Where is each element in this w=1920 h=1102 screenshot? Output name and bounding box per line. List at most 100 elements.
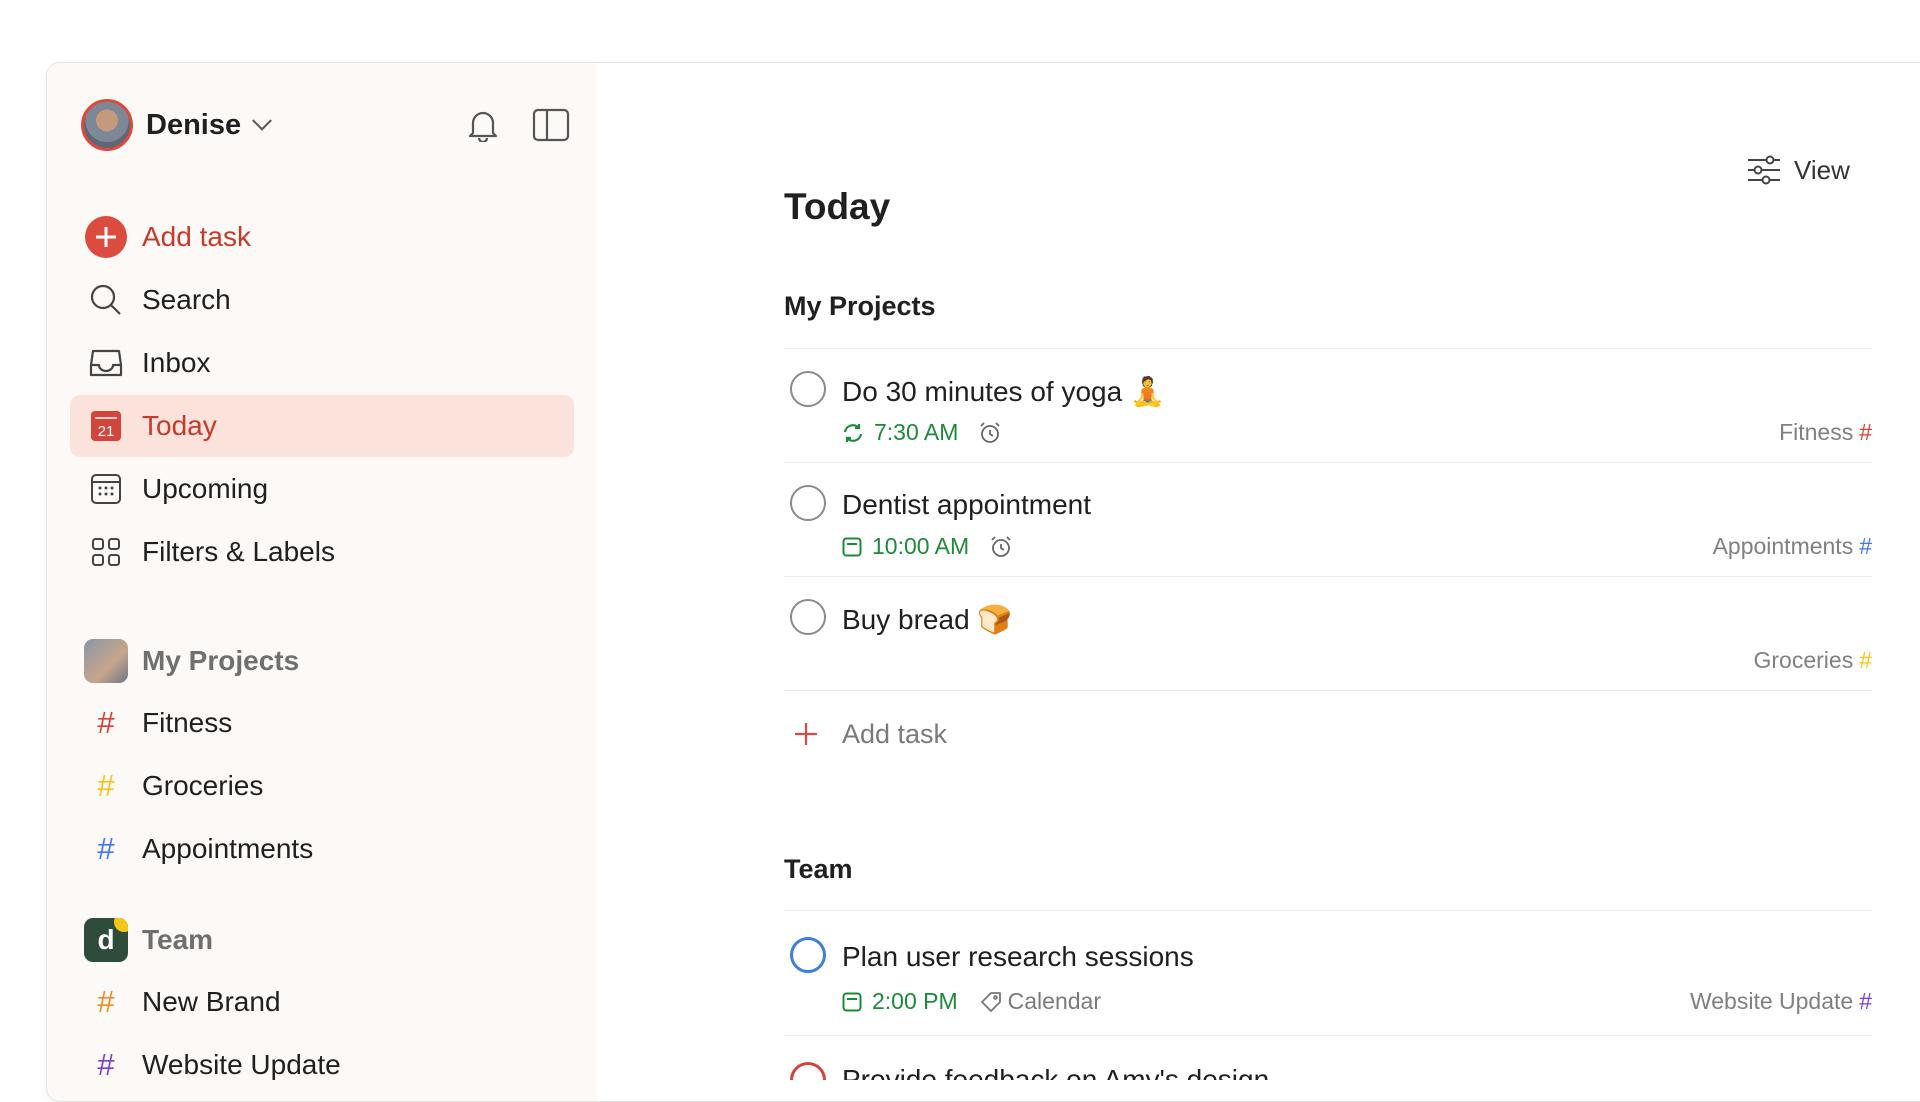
sidebar-nav: Add task Search Inbox 21 Today Upcoming …	[70, 206, 574, 1097]
label-name: Calendar	[1007, 988, 1101, 1014]
task-project-tag[interactable]: Groceries #	[1754, 647, 1873, 674]
sidebar-item-label: New Brand	[142, 986, 281, 1017]
team-avatar: d	[84, 918, 128, 962]
task-title: Plan user research sessions	[842, 941, 1194, 972]
inbox-icon	[89, 349, 123, 377]
view-label: View	[1794, 154, 1850, 185]
task-title: Provide feedback on Amy's design	[842, 1064, 1270, 1080]
task-project-tag[interactable]: Fitness #	[1779, 419, 1872, 446]
project-name: Fitness	[1779, 419, 1854, 445]
sidebar-toggle-icon	[532, 108, 570, 142]
task-title: Buy bread	[842, 604, 970, 635]
sidebar-item-label: Appointments	[142, 833, 314, 864]
sidebar-item-label: Groceries	[142, 770, 264, 801]
sidebar-item-new-brand[interactable]: # New Brand	[70, 971, 574, 1033]
sidebar-item-label: Fitness	[142, 707, 233, 738]
hash-icon: #	[1859, 988, 1872, 1014]
page-title: Today	[784, 186, 891, 227]
task-row[interactable]: Dentist appointment 10:00 AM Appointment…	[784, 463, 1872, 577]
user-name: Denise	[146, 108, 242, 141]
chevron-down-icon	[252, 110, 273, 131]
sidebar-section-my-projects[interactable]: My Projects	[70, 630, 574, 692]
search-icon	[90, 284, 121, 315]
group-title-team: Team	[784, 854, 853, 884]
task-due: 2:00 PM Calendar	[842, 988, 1101, 1015]
user-menu[interactable]: Denise	[81, 97, 273, 153]
tag-icon	[980, 991, 1001, 1012]
sidebar-item-fitness[interactable]: # Fitness	[70, 692, 574, 754]
sidebar-item-label: Search	[142, 284, 231, 315]
hash-icon: #	[97, 984, 115, 1019]
hash-icon: #	[97, 1047, 115, 1082]
task-emoji: 🧘	[1129, 376, 1165, 407]
task-row[interactable]: Do 30 minutes of yoga 🧘 7:30 AM Fitness #	[784, 349, 1872, 463]
avatar	[84, 639, 128, 683]
hash-icon: #	[1859, 647, 1872, 673]
plus-circle-icon	[85, 216, 127, 258]
avatar	[81, 99, 133, 151]
alarm-clock-icon	[980, 421, 1001, 443]
sidebar: Denise Add task Search Inbox 21 Today Up…	[47, 63, 597, 1101]
hash-icon: #	[1859, 419, 1872, 445]
view-button[interactable]: View	[1746, 154, 1850, 186]
sidebar-item-label: Today	[142, 410, 217, 441]
add-task-label: Add task	[842, 718, 948, 749]
sidebar-item-filters-labels[interactable]: Filters & Labels	[70, 521, 574, 583]
task-row[interactable]: Provide feedback on Amy's design	[784, 1036, 1872, 1080]
calendar-icon	[842, 537, 862, 556]
project-name: Appointments	[1712, 533, 1854, 559]
alarm-clock-icon	[991, 535, 1011, 557]
bell-icon	[468, 111, 498, 142]
task-label-tag[interactable]: Calendar	[980, 988, 1101, 1015]
sidebar-item-search[interactable]: Search	[70, 269, 574, 331]
sidebar-item-label: Website Update	[142, 1049, 341, 1080]
inline-add-task-button[interactable]: Add task	[784, 712, 947, 756]
task-checkbox[interactable]	[790, 937, 826, 973]
section-label: My Projects	[142, 645, 300, 676]
hash-icon: #	[97, 831, 115, 866]
group-title-my-projects: My Projects	[784, 291, 936, 321]
sidebar-section-team[interactable]: d Team	[70, 909, 574, 971]
sidebar-item-label: Inbox	[142, 347, 211, 378]
task-checkbox[interactable]	[790, 1062, 826, 1080]
calendar-icon	[842, 992, 862, 1011]
task-due: 7:30 AM	[842, 419, 1002, 446]
sidebar-item-upcoming[interactable]: Upcoming	[70, 458, 574, 520]
calendar-today-icon: 21	[91, 411, 121, 441]
sidebar-item-label: Upcoming	[142, 473, 269, 504]
task-due: 10:00 AM	[842, 533, 1013, 560]
sidebar-item-appointments[interactable]: # Appointments	[70, 818, 574, 880]
task-time: 7:30 AM	[874, 419, 959, 445]
task-row[interactable]: Buy bread 🍞 Groceries #	[784, 577, 1872, 691]
hash-icon: #	[1859, 533, 1872, 559]
add-task-label: Add task	[142, 221, 251, 252]
hash-icon: #	[97, 705, 115, 740]
project-name: Website Update	[1689, 988, 1854, 1014]
section-label: Team	[142, 924, 214, 955]
task-title: Do 30 minutes of yoga	[842, 376, 1123, 407]
sliders-icon	[1748, 155, 1780, 185]
task-checkbox[interactable]	[790, 485, 826, 521]
task-project-tag[interactable]: Appointments #	[1713, 533, 1872, 560]
sidebar-item-inbox[interactable]: Inbox	[70, 332, 574, 394]
hash-icon: #	[97, 768, 115, 803]
calendar-grid-icon	[91, 474, 121, 504]
sidebar-item-today[interactable]: 21 Today	[70, 395, 574, 457]
task-checkbox[interactable]	[790, 371, 826, 407]
sidebar-item-groceries[interactable]: # Groceries	[70, 755, 574, 817]
task-checkbox[interactable]	[790, 599, 826, 635]
project-name: Groceries	[1753, 647, 1854, 673]
task-time: 10:00 AM	[872, 533, 970, 559]
toggle-sidebar-button[interactable]	[531, 105, 571, 145]
sidebar-item-website-update[interactable]: # Website Update	[70, 1034, 574, 1096]
notifications-button[interactable]	[463, 105, 503, 145]
recurring-icon	[843, 423, 863, 442]
sidebar-item-label: Filters & Labels	[142, 536, 335, 567]
add-task-button[interactable]: Add task	[70, 206, 574, 268]
task-project-tag[interactable]: Website Update #	[1690, 988, 1872, 1015]
task-row[interactable]: Plan user research sessions 2:00 PM Cale…	[784, 911, 1872, 1036]
grid-icon	[92, 538, 120, 566]
plus-icon	[795, 723, 817, 745]
task-time: 2:00 PM	[872, 988, 958, 1014]
task-title: Dentist appointment	[842, 489, 1092, 520]
